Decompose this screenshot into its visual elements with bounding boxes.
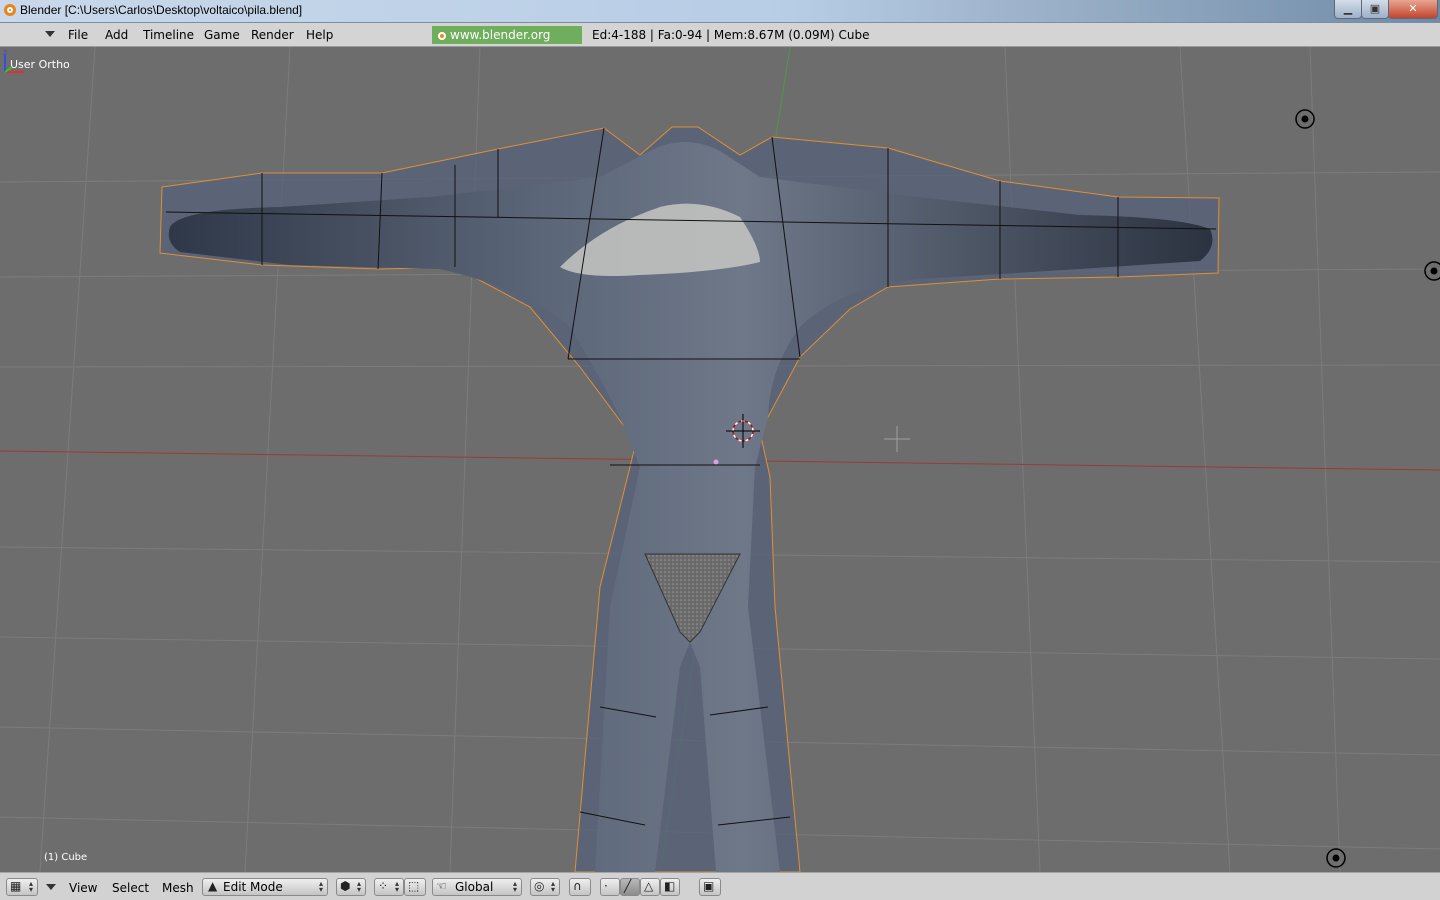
object-origin [713, 459, 719, 465]
axis-gizmo: z [3, 48, 24, 73]
solid-shading-icon: ⬢ [340, 879, 351, 893]
grid-icon: ▦ [10, 879, 22, 893]
updown-icon: ▴ ▾ [394, 879, 399, 894]
close-button[interactable]: ✕ [1388, 0, 1438, 19]
proportional-edit-select[interactable]: ◎ ▴ ▾ [530, 878, 560, 896]
viewport-scene [0, 47, 1440, 872]
magnet-icon: ∩ [573, 879, 582, 893]
menu-add[interactable]: Add [105, 28, 128, 42]
mouse-crosshair [884, 426, 910, 452]
shading-select[interactable]: ⬢ ▴ ▾ [336, 878, 366, 896]
minimize-button[interactable]: ▁ [1334, 0, 1362, 19]
render-icon: ▣ [703, 879, 715, 893]
blender-org-link[interactable]: www.blender.org 249.2 [432, 26, 582, 60]
lamp-top-right [1295, 109, 1315, 129]
menu-game[interactable]: Game [204, 28, 240, 42]
vertex-mode-icon: · [604, 879, 608, 893]
face-select-mode[interactable]: △ [640, 878, 660, 896]
3d-view-header: ▦ ▴ ▾ View Select Mesh ▲ Edit Mode ▴ ▾ ⬢ ▴… [0, 872, 1440, 900]
occlude-geometry-toggle[interactable]: ◧ [660, 878, 680, 896]
face-mode-icon: △ [644, 879, 654, 893]
updown-icon: ▴ ▾ [28, 879, 33, 894]
axis-z-label: z [3, 48, 7, 57]
cube-icon: ◧ [664, 879, 676, 893]
editor-type-button[interactable]: ▦ ▴ ▾ [6, 878, 38, 896]
blender-app-icon [4, 4, 16, 16]
vertex-select-mode[interactable]: · [600, 878, 620, 896]
pivot-icon: ⁘ [378, 879, 389, 893]
scene-stats: Ed:4-188 | Fa:0-94 | Mem:8.67M (0.09M) C… [592, 28, 870, 42]
lamp-bottom-right [1326, 848, 1346, 868]
snap-toggle[interactable]: ∩ [569, 878, 591, 896]
menu-render[interactable]: Render [251, 28, 294, 42]
orientation-label: Global [455, 880, 494, 894]
pivot-select[interactable]: ⁘ ▴ ▾ [374, 878, 404, 896]
menu-select[interactable]: Select [112, 881, 149, 899]
updown-icon: ▴ ▾ [550, 879, 555, 894]
updown-icon: ▴ ▾ [512, 879, 517, 894]
edge-mode-icon: ╱ [624, 879, 632, 893]
window-title: Blender [C:\Users\Carlos\Desktop\voltaic… [20, 3, 303, 17]
hand-icon: ☜ [436, 879, 447, 893]
header-collapse-icon[interactable] [46, 884, 56, 890]
updown-icon: ▴ ▾ [356, 879, 361, 894]
menu-view[interactable]: View [69, 881, 97, 899]
updown-icon: ▴ ▾ [318, 879, 323, 894]
render-preview-button[interactable]: ▣ [699, 878, 721, 896]
menu-mesh[interactable]: Mesh [162, 881, 194, 899]
lamp-right-edge [1424, 261, 1440, 281]
orientation-select[interactable]: ☜ Global ▴ ▾ [432, 878, 522, 896]
proportional-icon: ◎ [534, 879, 545, 893]
menu-help[interactable]: Help [306, 28, 333, 42]
maximize-button[interactable]: ▣ [1361, 0, 1389, 19]
edge-select-mode[interactable]: ╱ [620, 878, 640, 896]
info-header: File Add Timeline Game Render Help www.b… [0, 23, 1440, 60]
manipulator-icon: ⬚ [408, 879, 420, 893]
menu-file[interactable]: File [68, 28, 88, 42]
mode-select[interactable]: ▲ Edit Mode ▴ ▾ [202, 878, 328, 896]
mode-select-label: Edit Mode [223, 880, 283, 894]
manipulator-toggle[interactable]: ⬚ [404, 878, 426, 896]
header-collapse-icon[interactable] [45, 31, 55, 37]
window-titlebar: Blender [C:\Users\Carlos\Desktop\voltaic… [0, 0, 1440, 23]
active-object-label: (1) Cube [44, 852, 88, 863]
3d-viewport[interactable]: User Ortho z (1) Cube [0, 47, 1440, 872]
menu-timeline[interactable]: Timeline [143, 28, 194, 42]
edit-mode-icon: ▲ [208, 879, 218, 893]
blender-logo-icon [438, 32, 446, 40]
